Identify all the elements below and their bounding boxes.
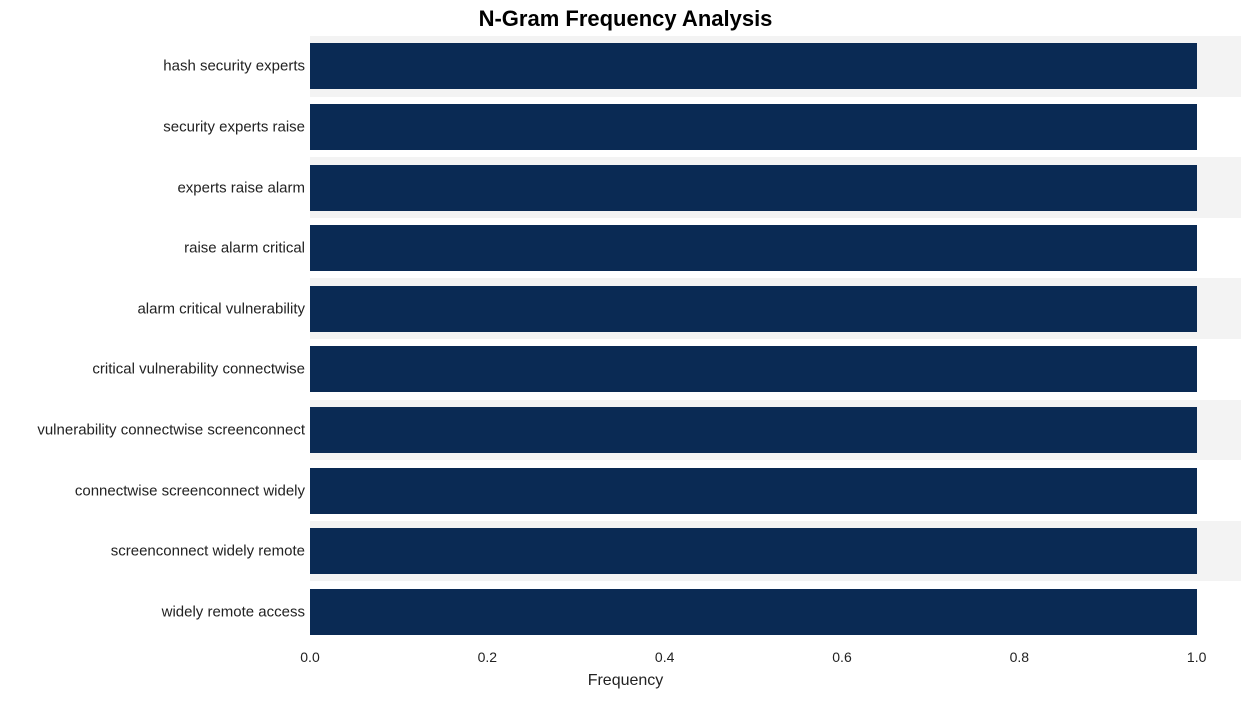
y-tick-label: hash security experts (163, 58, 305, 75)
bar (310, 286, 1197, 332)
bar (310, 165, 1197, 211)
bar (310, 346, 1197, 392)
x-tick-label: 1.0 (1187, 649, 1206, 665)
ngram-frequency-chart: N-Gram Frequency Analysis hash security … (0, 0, 1251, 701)
y-tick-label: security experts raise (163, 118, 305, 135)
y-tick-label: alarm critical vulnerability (137, 300, 305, 317)
chart-title: N-Gram Frequency Analysis (0, 6, 1251, 32)
bar (310, 407, 1197, 453)
y-tick-label: widely remote access (162, 603, 305, 620)
bar (310, 225, 1197, 271)
x-tick-label: 0.4 (655, 649, 674, 665)
x-axis-label: Frequency (0, 672, 1251, 690)
bar (310, 528, 1197, 574)
y-tick-label: critical vulnerability connectwise (92, 361, 305, 378)
x-tick-label: 0.6 (832, 649, 851, 665)
bar (310, 468, 1197, 514)
y-tick-label: experts raise alarm (177, 179, 305, 196)
bar (310, 43, 1197, 89)
plot-area (310, 36, 1241, 642)
y-tick-label: connectwise screenconnect widely (75, 482, 305, 499)
bar (310, 104, 1197, 150)
y-tick-label: raise alarm critical (184, 240, 305, 257)
y-tick-label: screenconnect widely remote (111, 543, 305, 560)
y-tick-label: vulnerability connectwise screenconnect (37, 421, 305, 438)
bar (310, 589, 1197, 635)
x-tick-label: 0.0 (300, 649, 319, 665)
x-tick-label: 0.2 (478, 649, 497, 665)
x-tick-label: 0.8 (1010, 649, 1029, 665)
